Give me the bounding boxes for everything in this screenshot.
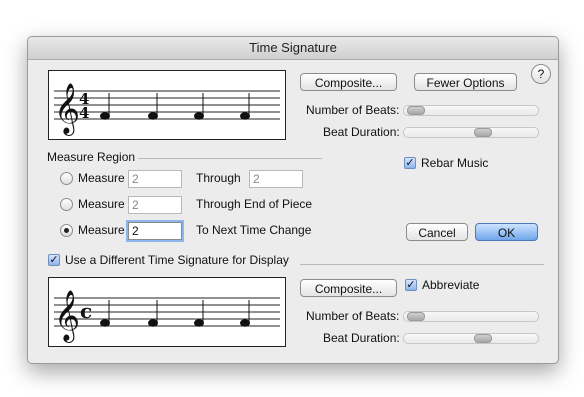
through-label: Through — [196, 171, 241, 185]
measure-label: Measure — [78, 171, 125, 185]
quarter-note — [194, 112, 204, 120]
abbreviate-checkbox[interactable]: ✓ — [405, 279, 417, 291]
quarter-note — [148, 112, 158, 120]
fewer-options-button[interactable]: Fewer Options — [414, 73, 517, 91]
display-number-of-beats-label: Number of Beats: — [306, 309, 400, 323]
radio-selected-dot — [64, 228, 69, 233]
measure-start-field[interactable]: 2 — [128, 196, 182, 214]
checkmark-icon: ✓ — [406, 279, 416, 291]
quarter-note — [240, 319, 250, 327]
display-beat-duration-slider[interactable] — [403, 333, 539, 344]
rebar-music-label: Rebar Music — [421, 156, 489, 170]
measure-through-field[interactable]: 2 — [249, 170, 303, 188]
measure-region-heading: Measure Region — [47, 150, 136, 164]
display-number-of-beats-slider[interactable] — [403, 311, 539, 322]
measure-label: Measure — [78, 223, 125, 237]
time-signature-dialog: Time Signature 𝄞 4 4 Composite... Fewer … — [27, 36, 559, 364]
through-end-of-piece-label: Through End of Piece — [196, 197, 313, 211]
slider-knob[interactable] — [407, 106, 425, 115]
measure-label: Measure — [78, 197, 125, 211]
display-time-signature-checkbox[interactable]: ✓ — [48, 254, 60, 266]
measure-start-field[interactable]: 2 — [128, 170, 182, 188]
measure-end-of-piece-radio[interactable] — [60, 198, 73, 211]
display-composite-button[interactable]: Composite... — [300, 279, 397, 297]
measure-start-field-active[interactable]: 2 — [128, 222, 182, 240]
quarter-note — [240, 112, 250, 120]
quarter-note — [194, 319, 204, 327]
beat-duration-label: Beat Duration: — [323, 125, 400, 139]
measure-next-change-radio[interactable] — [60, 224, 73, 237]
checkmark-icon: ✓ — [405, 157, 415, 169]
time-sig-denominator: 4 — [79, 104, 89, 122]
staff-notation-top: 𝄞 4 4 — [54, 83, 280, 136]
display-time-signature-label: Use a Different Time Signature for Displ… — [65, 253, 289, 267]
slider-knob[interactable] — [474, 334, 492, 343]
staff-notation-display: 𝄞 c — [54, 290, 280, 343]
slider-knob[interactable] — [474, 128, 492, 137]
number-of-beats-label: Number of Beats: — [306, 103, 400, 117]
staff-preview-display: 𝄞 c — [48, 277, 286, 347]
display-divider — [300, 264, 544, 265]
treble-clef-icon: 𝄞 — [54, 290, 80, 343]
treble-clef-icon: 𝄞 — [54, 83, 80, 136]
beat-duration-slider[interactable] — [403, 127, 539, 138]
display-beat-duration-label: Beat Duration: — [323, 331, 400, 345]
number-of-beats-slider[interactable] — [403, 105, 539, 116]
quarter-note — [148, 319, 158, 327]
staff-preview-top: 𝄞 4 4 — [48, 70, 286, 140]
slider-knob[interactable] — [407, 312, 425, 321]
measure-region-divider — [138, 158, 322, 159]
rebar-music-checkbox[interactable]: ✓ — [404, 157, 416, 169]
ok-button[interactable]: OK — [475, 223, 538, 241]
quarter-note — [100, 112, 110, 120]
composite-button[interactable]: Composite... — [300, 73, 397, 91]
dialog-title: Time Signature — [28, 37, 558, 60]
abbreviate-label: Abbreviate — [422, 278, 480, 292]
quarter-note — [100, 319, 110, 327]
to-next-time-change-label: To Next Time Change — [196, 223, 312, 237]
help-button[interactable]: ? — [531, 64, 551, 84]
measure-through-radio[interactable] — [60, 172, 73, 185]
common-time-symbol: c — [80, 299, 92, 323]
cancel-button[interactable]: Cancel — [406, 223, 468, 241]
checkmark-icon: ✓ — [49, 254, 59, 266]
